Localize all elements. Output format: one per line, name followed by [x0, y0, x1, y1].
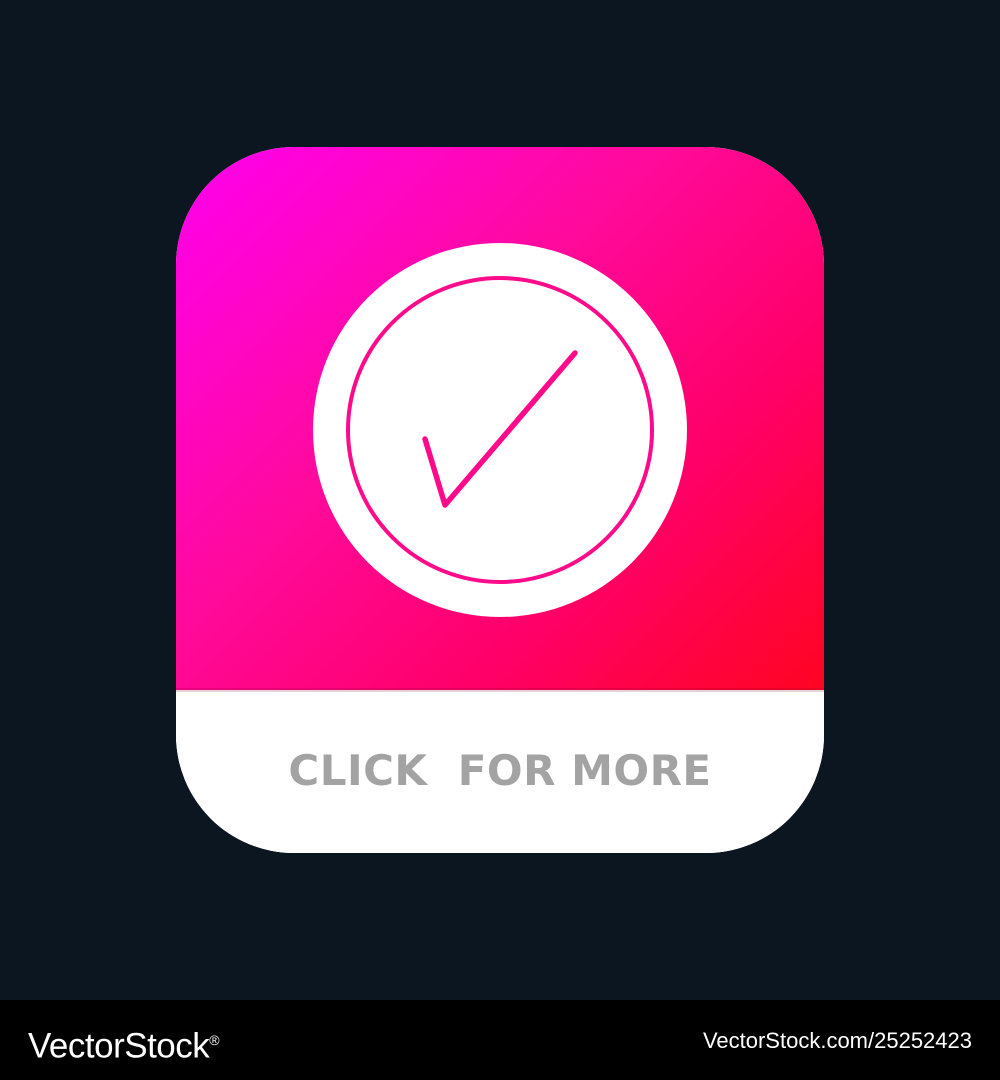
- registered-mark: ®: [209, 1032, 220, 1048]
- watermark-bar: VectorStock® VectorStock.com/25252423: [0, 1000, 1000, 1080]
- badge-disc: [313, 243, 687, 617]
- vectorstock-logo: VectorStock®: [28, 1018, 220, 1069]
- tile-gradient-panel: [176, 147, 824, 690]
- brand-name: VectorStock: [28, 1026, 210, 1066]
- artwork-canvas: CLICK FOR MORE: [0, 0, 1000, 1000]
- image-id-text: VectorStock.com/25252423: [702, 1028, 972, 1053]
- app-button-tile[interactable]: CLICK FOR MORE: [176, 147, 824, 853]
- click-for-more-label: CLICK FOR MORE: [288, 746, 712, 795]
- checkmark-circle-icon: [313, 243, 687, 617]
